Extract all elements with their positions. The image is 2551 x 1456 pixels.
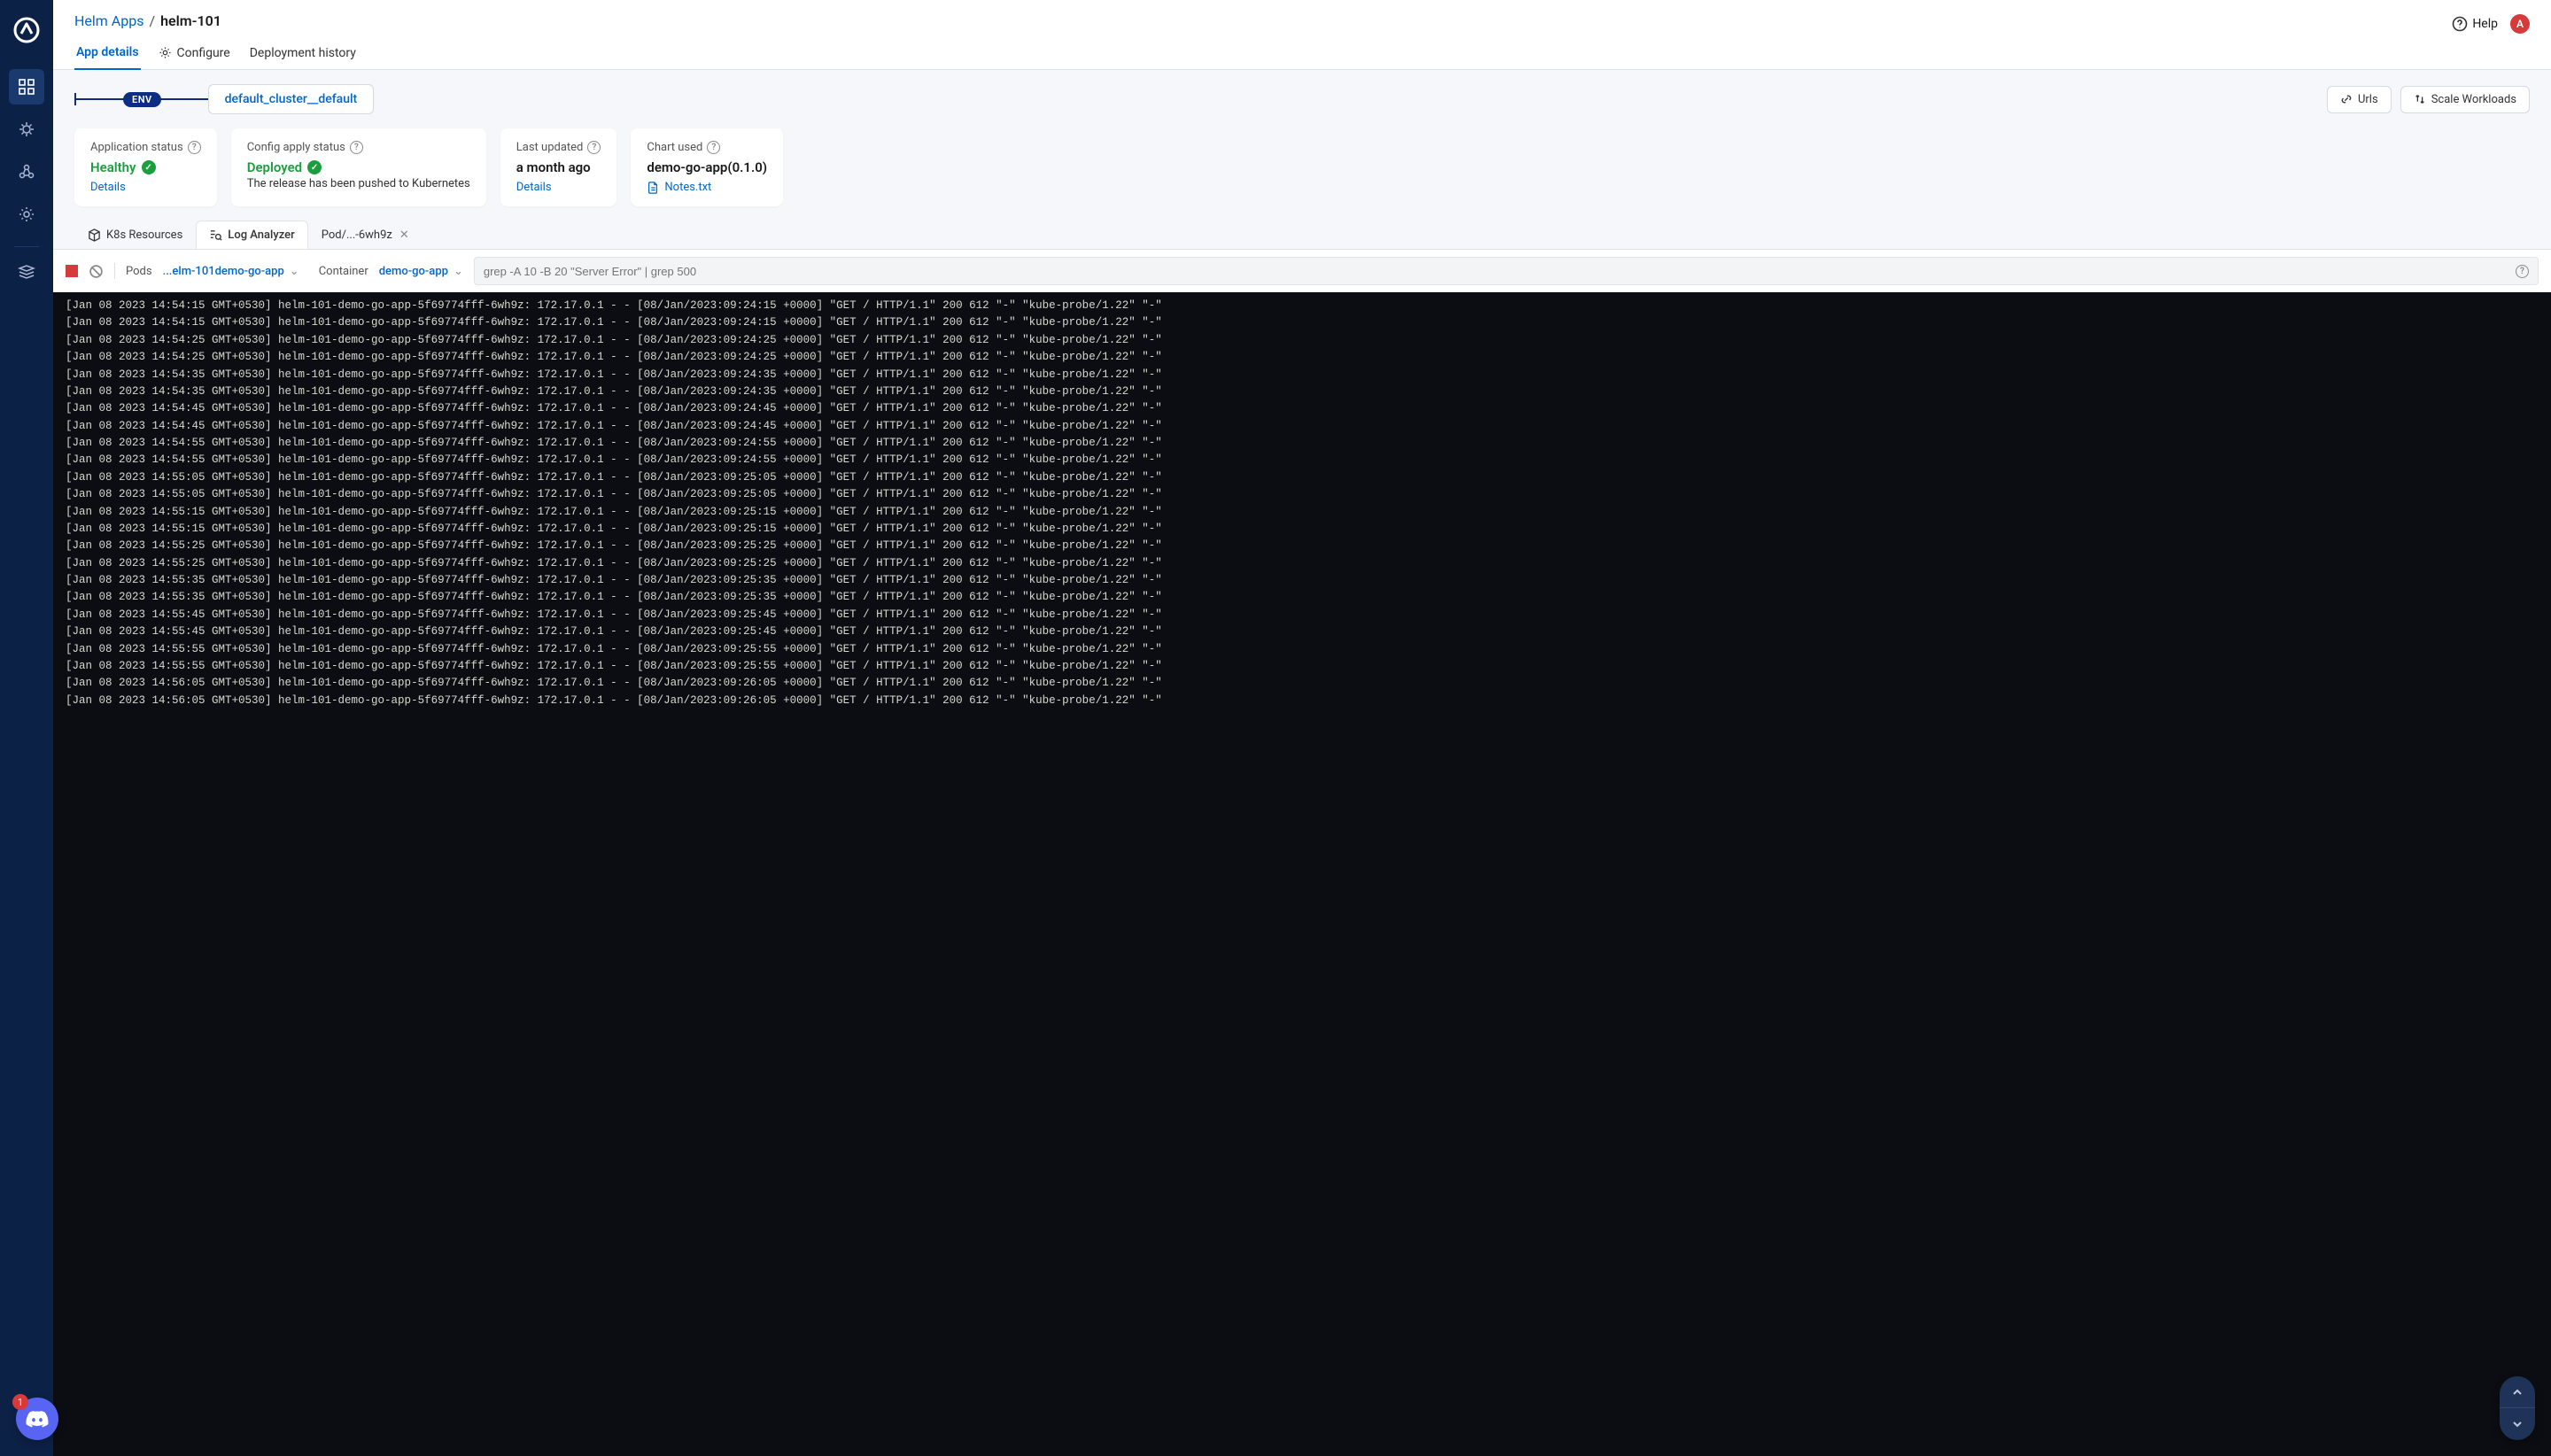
log-line: [Jan 08 2023 14:54:35 GMT+0530] helm-101…	[66, 383, 2539, 400]
help-label: Help	[2472, 17, 2498, 31]
log-line: [Jan 08 2023 14:54:45 GMT+0530] helm-101…	[66, 400, 2539, 417]
env-badge: ENV	[123, 92, 161, 107]
tab-configure[interactable]: Configure	[157, 38, 232, 69]
env-indicator: ENV	[74, 92, 208, 107]
pod-select[interactable]: ...elm-101demo-go-app ⌄	[163, 265, 299, 278]
log-line: [Jan 08 2023 14:55:25 GMT+0530] helm-101…	[66, 538, 2539, 554]
info-icon[interactable]: ?	[350, 141, 363, 154]
card-config-status: Config apply status? Deployed✓ The relea…	[231, 128, 486, 206]
sidebar-item-settings[interactable]	[9, 197, 44, 232]
scale-icon	[2414, 93, 2426, 105]
info-icon[interactable]: ?	[707, 141, 720, 154]
stop-button[interactable]	[66, 265, 78, 277]
app-status-details-link[interactable]: Details	[90, 181, 126, 194]
sidebar-item-helm[interactable]	[9, 112, 44, 147]
resource-tabs: K8s Resources Log Analyzer Pod/...-6wh9z…	[53, 221, 2551, 249]
log-line: [Jan 08 2023 14:56:05 GMT+0530] helm-101…	[66, 693, 2539, 709]
notes-link[interactable]: Notes.txt	[647, 181, 767, 194]
subtab-log-analyzer[interactable]: Log Analyzer	[196, 221, 307, 250]
card-last-updated: Last updated? a month ago Details	[500, 128, 617, 206]
search-help-icon[interactable]: ?	[2516, 264, 2529, 278]
sidebar-nav	[0, 0, 53, 1456]
log-toolbar: Pods ...elm-101demo-go-app ⌄ Container d…	[53, 249, 2551, 292]
log-line: [Jan 08 2023 14:55:15 GMT+0530] helm-101…	[66, 521, 2539, 538]
log-line: [Jan 08 2023 14:55:45 GMT+0530] helm-101…	[66, 623, 2539, 640]
tab-app-details[interactable]: App details	[74, 38, 141, 70]
log-line: [Jan 08 2023 14:55:35 GMT+0530] helm-101…	[66, 589, 2539, 606]
subtab-pod[interactable]: Pod/...-6wh9z ✕	[308, 221, 424, 249]
check-icon: ✓	[307, 160, 322, 174]
pods-label: Pods	[126, 265, 152, 278]
breadcrumb: Helm Apps / helm-101	[74, 12, 2530, 29]
card-chart-used: Chart used? demo-go-app(0.1.0) Notes.txt	[631, 128, 783, 206]
search-list-icon	[209, 228, 222, 242]
link-icon	[2340, 93, 2353, 105]
container-label: Container	[319, 265, 368, 278]
user-avatar[interactable]: A	[2510, 14, 2530, 34]
scroll-controls	[2500, 1376, 2535, 1440]
log-search-input[interactable]	[484, 265, 2508, 278]
card-config-sub: The release has been pushed to Kubernete…	[247, 177, 470, 190]
notification-badge: 1	[12, 1394, 28, 1410]
file-icon	[647, 182, 659, 194]
env-select[interactable]: default_cluster__default	[208, 84, 375, 114]
log-line: [Jan 08 2023 14:54:25 GMT+0530] helm-101…	[66, 332, 2539, 349]
log-line: [Jan 08 2023 14:54:55 GMT+0530] helm-101…	[66, 435, 2539, 452]
log-line: [Jan 08 2023 14:55:35 GMT+0530] helm-101…	[66, 572, 2539, 589]
last-updated-details-link[interactable]: Details	[516, 181, 552, 194]
container-select[interactable]: demo-go-app ⌄	[379, 265, 463, 278]
check-icon: ✓	[142, 160, 156, 174]
log-line: [Jan 08 2023 14:54:25 GMT+0530] helm-101…	[66, 349, 2539, 366]
card-app-status: Application status? Healthy✓ Details	[74, 128, 217, 206]
page-header: Helm Apps / helm-101 Help A	[53, 0, 2551, 38]
gear-icon	[159, 46, 172, 59]
help-button[interactable]: Help	[2452, 16, 2498, 32]
tab-deployment-history[interactable]: Deployment history	[248, 38, 358, 69]
log-line: [Jan 08 2023 14:56:05 GMT+0530] helm-101…	[66, 675, 2539, 692]
breadcrumb-separator: /	[149, 12, 155, 29]
close-icon[interactable]: ✕	[398, 228, 411, 242]
log-line: [Jan 08 2023 14:55:55 GMT+0530] helm-101…	[66, 658, 2539, 675]
log-line: [Jan 08 2023 14:54:35 GMT+0530] helm-101…	[66, 367, 2539, 383]
sidebar-item-clusters[interactable]	[9, 154, 44, 190]
log-line: [Jan 08 2023 14:55:55 GMT+0530] helm-101…	[66, 641, 2539, 658]
log-line: [Jan 08 2023 14:55:05 GMT+0530] helm-101…	[66, 486, 2539, 503]
log-line: [Jan 08 2023 14:55:15 GMT+0530] helm-101…	[66, 504, 2539, 521]
abort-button[interactable]	[89, 264, 104, 279]
scroll-down-button[interactable]	[2500, 1408, 2535, 1440]
scale-workloads-button[interactable]: Scale Workloads	[2400, 86, 2530, 113]
scroll-up-button[interactable]	[2500, 1376, 2535, 1408]
chevron-down-icon: ⌄	[454, 265, 463, 278]
log-line: [Jan 08 2023 14:54:45 GMT+0530] helm-101…	[66, 418, 2539, 435]
log-line: [Jan 08 2023 14:55:05 GMT+0530] helm-101…	[66, 469, 2539, 486]
log-line: [Jan 08 2023 14:55:25 GMT+0530] helm-101…	[66, 555, 2539, 572]
urls-button[interactable]: Urls	[2327, 86, 2392, 113]
chevron-down-icon: ⌄	[290, 265, 299, 278]
log-line: [Jan 08 2023 14:54:55 GMT+0530] helm-101…	[66, 452, 2539, 469]
log-output[interactable]: [Jan 08 2023 14:54:15 GMT+0530] helm-101…	[53, 292, 2551, 1456]
info-icon[interactable]: ?	[188, 141, 201, 154]
breadcrumb-root[interactable]: Helm Apps	[74, 12, 143, 29]
subtab-k8s-resources[interactable]: K8s Resources	[74, 221, 196, 249]
sidebar-item-stack[interactable]	[9, 254, 44, 290]
breadcrumb-current: helm-101	[160, 12, 221, 29]
product-logo	[12, 16, 41, 44]
log-line: [Jan 08 2023 14:54:15 GMT+0530] helm-101…	[66, 314, 2539, 331]
main-tabs: App details Configure Deployment history	[53, 38, 2551, 70]
sidebar-separator	[14, 246, 39, 247]
help-icon	[2452, 16, 2468, 32]
discord-button[interactable]: 1	[16, 1398, 58, 1440]
sidebar-item-apps[interactable]	[9, 69, 44, 105]
log-line: [Jan 08 2023 14:55:45 GMT+0530] helm-101…	[66, 607, 2539, 623]
info-icon[interactable]: ?	[587, 141, 601, 154]
cube-icon	[88, 228, 101, 242]
log-line: [Jan 08 2023 14:54:15 GMT+0530] helm-101…	[66, 298, 2539, 314]
